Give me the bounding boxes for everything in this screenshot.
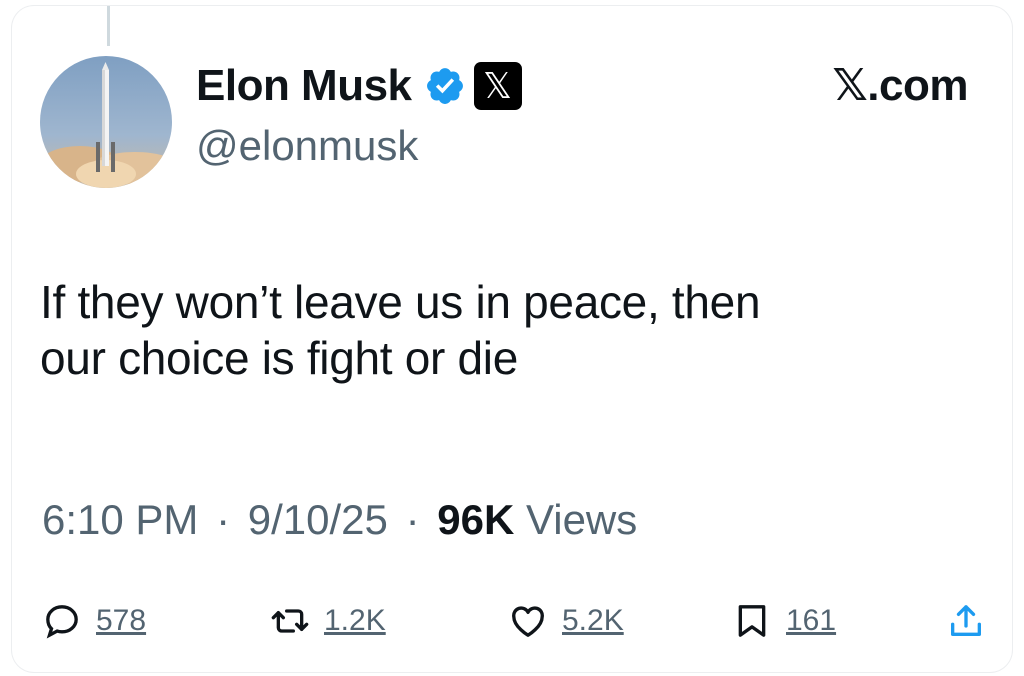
tweet-text-line-2: our choice is fight or die [40,332,519,384]
author-handle[interactable]: @elonmusk [196,122,418,170]
share-icon [951,605,981,636]
author-row: Elon Musk 𝕏 [196,56,522,116]
reply-button[interactable]: 578 [42,596,146,646]
views-label: Views [525,496,638,543]
verified-badge-icon [424,65,466,107]
heart-icon [512,606,544,637]
avatar-rocket-image [40,56,172,188]
repost-button[interactable]: 1.2K [270,596,386,646]
x-logo-icon: 𝕏 [473,62,522,110]
tweet-meta: 6:10 PM · 9/10/25 · 96K Views [42,496,637,544]
tweet-text-line-1: If they won’t leave us in peace, then [40,276,761,328]
tweet-time[interactable]: 6:10 PM [42,496,198,543]
tweet-date[interactable]: 9/10/25 [248,496,388,543]
author-name[interactable]: Elon Musk [196,61,412,111]
repost-icon [271,609,309,633]
meta-separator: · [216,496,231,543]
tweet-card: Elon Musk 𝕏 @elonmusk 𝕏.com If they won’… [12,6,1012,672]
reply-icon [46,605,78,639]
views-count: 96K [437,496,515,543]
like-button[interactable]: 5.2K [508,596,624,646]
meta-separator: · [405,496,420,543]
reply-count: 578 [96,604,147,637]
avatar[interactable] [40,56,172,188]
like-count: 5.2K [562,604,624,637]
share-button[interactable] [946,596,986,646]
tweet-text: If they won’t leave us in peace, then ou… [40,274,980,386]
bookmark-icon [738,605,766,637]
action-bar: 578 1.2K 5.2K 161 [42,596,992,646]
repost-count: 1.2K [324,604,386,637]
site-label: 𝕏.com [832,61,968,110]
bookmark-button[interactable]: 161 [732,596,836,646]
bookmark-count: 161 [786,604,837,637]
thread-line [107,6,110,46]
